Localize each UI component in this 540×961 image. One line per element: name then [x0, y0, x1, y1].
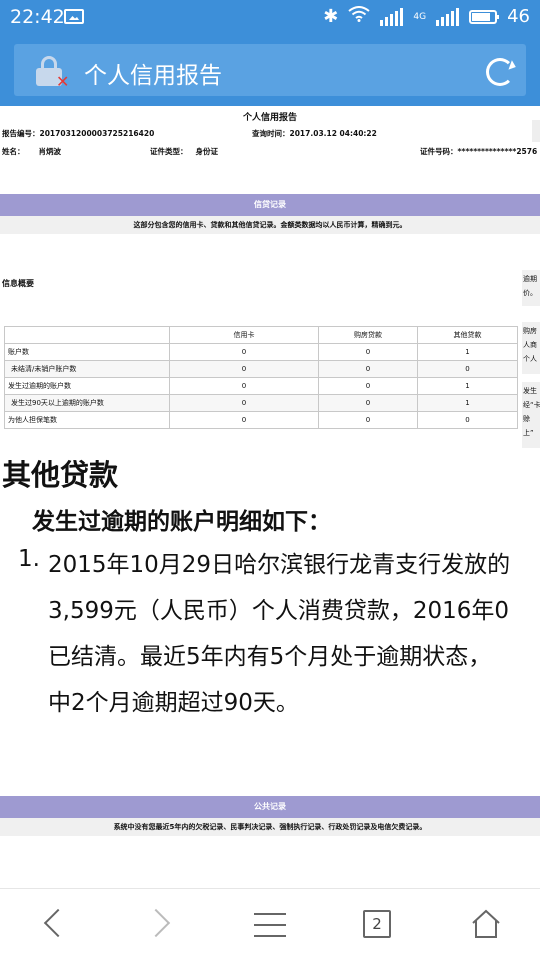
bottom-navigation: 2 — [0, 888, 540, 961]
table-cell: 0 — [169, 394, 319, 412]
table-cell: 0 — [318, 377, 418, 395]
table-cell: 0 — [169, 343, 319, 361]
status-time: 22:42 — [10, 6, 65, 28]
table-cell: 0 — [318, 394, 418, 412]
table-header: 其他贷款 — [417, 326, 518, 344]
table-cell: 1 — [417, 343, 518, 361]
page-title[interactable]: 个人信用报告 — [84, 56, 222, 90]
credit-section-header: 信贷记录 — [0, 194, 540, 216]
side-note-overdue-detail: 发生经“卡赊上” — [522, 382, 540, 448]
public-section-header: 公共记录 — [0, 796, 540, 818]
row-label: 未结清/未销户账户数 — [4, 360, 170, 378]
table-header: 信用卡 — [169, 326, 319, 344]
detail-line: 3,599元（人民币）个人消费贷款，2016年0 — [48, 598, 510, 624]
list-item-number: 1. — [18, 546, 40, 572]
battery-icon — [469, 9, 500, 24]
table-row: 为他人担保笔数 0 0 0 — [4, 411, 518, 429]
row-label: 发生过90天以上逾期的账户数 — [4, 394, 170, 412]
table-cell: 0 — [169, 360, 319, 378]
overview-table: 信用卡 购房贷款 其他贷款 账户数 0 0 1 未结清/未销户账户数 0 0 0… — [4, 326, 518, 429]
detail-line: 2015年10月29日哈尔滨银行龙青支行发放的 — [48, 552, 511, 578]
table-cell: 0 — [417, 360, 518, 378]
table-cell: 0 — [318, 343, 418, 361]
address-bar[interactable]: ✕ 个人信用报告 — [14, 44, 526, 96]
side-note-overdue: 逾期价。 — [522, 270, 540, 306]
table-cell: 0 — [417, 411, 518, 429]
overdue-accounts-heading: 发生过逾期的账户明细如下： — [32, 509, 331, 535]
overdue-account-detail: 2015年10月29日哈尔滨银行龙青支行发放的 3,599元（人民币）个人消费贷… — [48, 542, 540, 726]
lock-insecure-icon[interactable]: ✕ — [36, 56, 69, 90]
table-cell: 1 — [417, 394, 518, 412]
wifi-icon — [348, 6, 371, 27]
person-name: 姓名： 肖炳波 — [2, 147, 61, 156]
detail-line: 已结清。最近5年内有5个月处于逾期状态， — [48, 644, 492, 670]
table-header-row: 信用卡 购房贷款 其他贷款 — [4, 326, 518, 344]
signal-icon-2 — [436, 7, 460, 26]
network-type-label: 4G — [413, 11, 427, 22]
id-type: 证件类型： 身份证 — [150, 147, 218, 156]
public-section-note: 系统中没有您最近5年内的欠税记录、民事判决记录、强制执行记录、行政处罚记录及电信… — [0, 818, 540, 836]
report-number: 报告编号：2017031200003725216420 — [2, 129, 155, 138]
table-row: 未结清/未销户账户数 0 0 0 — [4, 360, 518, 378]
table-cell: 0 — [318, 360, 418, 378]
web-content: 个人信用报告 报告编号：2017031200003725216420 查询时间：… — [0, 106, 540, 888]
battery-level: 46 — [507, 6, 530, 27]
browser-header: ✕ 个人信用报告 — [0, 36, 540, 106]
side-note-mortgage: 购房人商个人 — [522, 322, 540, 374]
overview-label: 信息概要 — [2, 279, 34, 288]
tab-count[interactable]: 2 — [363, 910, 391, 938]
table-row: 账户数 0 0 1 — [4, 343, 518, 361]
table-cell: 0 — [169, 411, 319, 429]
bluetooth-icon: ✱ — [323, 6, 339, 27]
tabs-icon[interactable]: 2 — [356, 903, 400, 947]
home-icon[interactable] — [464, 903, 508, 947]
row-label: 为他人担保笔数 — [4, 411, 170, 429]
table-header: 购房贷款 — [318, 326, 418, 344]
menu-icon[interactable] — [248, 903, 292, 947]
table-header — [4, 326, 170, 344]
table-row: 发生过90天以上逾期的账户数 0 0 1 — [4, 394, 518, 412]
image-notification-icon — [64, 9, 84, 24]
table-row: 发生过逾期的账户数 0 0 1 — [4, 377, 518, 395]
query-time: 查询时间：2017.03.12 04:40:22 — [252, 129, 377, 138]
table-cell: 0 — [318, 411, 418, 429]
detail-line: 中2个月逾期超过90天。 — [48, 690, 299, 716]
forward-icon[interactable] — [140, 903, 184, 947]
table-cell: 0 — [169, 377, 319, 395]
row-label: 发生过逾期的账户数 — [4, 377, 170, 395]
id-number: 证件号码：***************2576 — [420, 147, 538, 156]
signal-icon — [380, 7, 404, 26]
report-title: 个人信用报告 — [242, 113, 297, 123]
credit-section-note: 这部分包含您的信用卡、贷款和其他信贷记录。金额类数据均以人民币计算，精确到元。 — [0, 216, 540, 234]
scroll-strip — [532, 120, 540, 142]
status-bar: 22:42 ✱ 4G 46 — [0, 0, 540, 36]
back-icon[interactable] — [30, 903, 74, 947]
status-icons: ✱ 4G 46 — [323, 6, 530, 27]
refresh-icon[interactable] — [486, 58, 514, 86]
table-cell: 1 — [417, 377, 518, 395]
row-label: 账户数 — [4, 343, 170, 361]
other-loans-heading: 其他贷款 — [2, 458, 119, 492]
